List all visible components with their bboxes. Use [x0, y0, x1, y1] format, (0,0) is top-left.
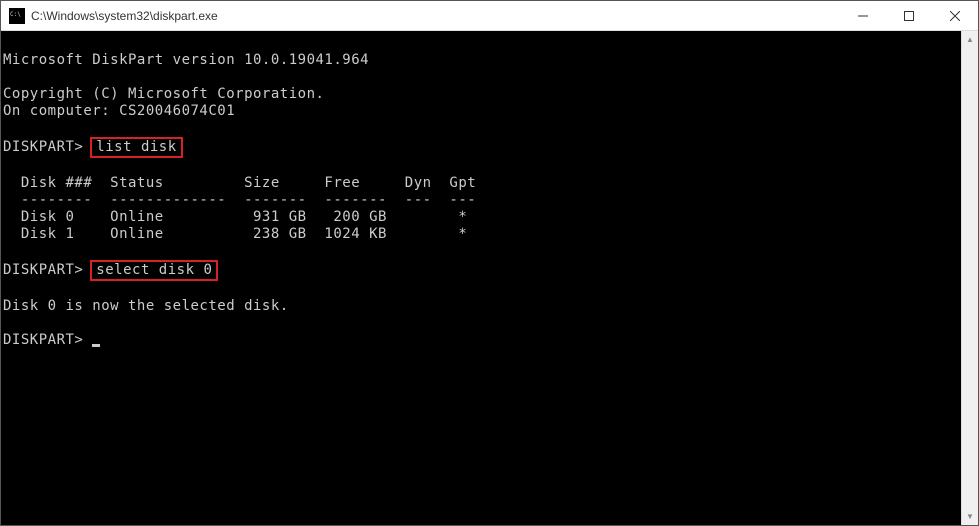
prompt-line-3: DISKPART>	[3, 332, 959, 349]
app-icon	[9, 8, 25, 24]
command-2: select disk 0	[96, 262, 212, 278]
window-controls	[840, 1, 978, 30]
blank-line	[3, 35, 959, 52]
blank-line	[3, 120, 959, 137]
blank-line	[3, 281, 959, 298]
highlight-box-2: select disk 0	[90, 260, 218, 281]
prompt-text: DISKPART>	[3, 139, 92, 155]
copyright-line: Copyright (C) Microsoft Corporation.	[3, 86, 959, 103]
blank-line	[3, 69, 959, 86]
window: C:\Windows\system32\diskpart.exe Microso…	[0, 0, 979, 526]
cursor-icon	[92, 344, 100, 347]
content-area: Microsoft DiskPart version 10.0.19041.96…	[1, 31, 978, 525]
prompt-text: DISKPART>	[3, 262, 92, 278]
terminal-output[interactable]: Microsoft DiskPart version 10.0.19041.96…	[1, 31, 961, 525]
close-button[interactable]	[932, 1, 978, 30]
vertical-scrollbar[interactable]: ▲ ▼	[961, 31, 978, 525]
result-line: Disk 0 is now the selected disk.	[3, 298, 959, 315]
table-row: Disk 0 Online 931 GB 200 GB *	[3, 209, 959, 226]
command-1: list disk	[96, 139, 176, 155]
table-header: Disk ### Status Size Free Dyn Gpt	[3, 175, 959, 192]
prompt-line-2: DISKPART> select disk 0	[3, 260, 959, 281]
highlight-box-1: list disk	[90, 137, 182, 158]
blank-line	[3, 315, 959, 332]
table-divider: -------- ------------- ------- ------- -…	[3, 192, 959, 209]
maximize-button[interactable]	[886, 1, 932, 30]
blank-line	[3, 243, 959, 260]
prompt-line-1: DISKPART> list disk	[3, 137, 959, 158]
prompt-text: DISKPART>	[3, 332, 92, 348]
titlebar[interactable]: C:\Windows\system32\diskpart.exe	[1, 1, 978, 31]
table-row: Disk 1 Online 238 GB 1024 KB *	[3, 226, 959, 243]
window-title: C:\Windows\system32\diskpart.exe	[31, 9, 840, 23]
scroll-down-icon[interactable]: ▼	[962, 508, 978, 525]
version-line: Microsoft DiskPart version 10.0.19041.96…	[3, 52, 959, 69]
scroll-track[interactable]	[962, 48, 978, 508]
scroll-up-icon[interactable]: ▲	[962, 31, 978, 48]
blank-line	[3, 158, 959, 175]
computer-line: On computer: CS20046074C01	[3, 103, 959, 120]
minimize-button[interactable]	[840, 1, 886, 30]
